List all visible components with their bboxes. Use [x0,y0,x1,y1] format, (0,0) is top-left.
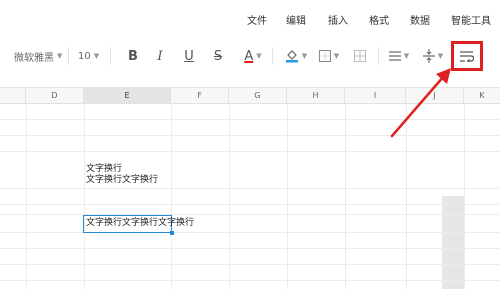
column-header-row: D E F G H I J K [0,87,500,104]
column-header-spacer [0,88,26,103]
column-header-e[interactable]: E [84,88,171,103]
menu-smart-tools[interactable]: 智能工具 [451,12,491,27]
font-color-icon: A [244,48,254,64]
row-line [0,119,500,120]
row-line [0,232,500,233]
column-header-g[interactable]: G [229,88,287,103]
row-line [0,214,500,215]
row-line [0,135,500,136]
borders-button[interactable]: ▼ [316,46,342,66]
column-line [26,104,27,289]
chevron-down-icon: ▼ [403,52,410,60]
column-line [345,104,346,289]
row-line [0,151,500,152]
column-line [229,104,230,289]
column-header-i[interactable]: I [345,88,406,103]
menu-insert[interactable]: 插入 [328,12,348,27]
menu-format[interactable]: 格式 [369,12,389,27]
chevron-down-icon: ▼ [256,52,262,60]
underline-button[interactable]: U [180,46,198,66]
menu-data[interactable]: 数据 [410,12,430,27]
font-color-button[interactable]: A ▼ [240,44,266,68]
borders-icon [318,50,331,62]
annotation-highlight-box [451,41,483,71]
fill-color-icon [285,50,298,63]
selection-band [442,196,464,289]
chevron-down-icon: ▼ [333,52,340,60]
horizontal-align-button[interactable]: ▼ [386,46,412,66]
toolbar-divider [378,47,379,65]
column-header-k[interactable]: K [464,88,500,103]
menu-file[interactable]: 文件 [247,12,267,27]
row-line [0,248,500,249]
vertical-align-button[interactable]: ▼ [420,45,446,67]
font-size-select[interactable]: 10 ▼ [78,48,99,64]
toolbar-divider [68,47,69,65]
row-line [0,188,500,189]
column-line [406,104,407,289]
row-line [0,264,500,265]
active-cell-text: 文字换行文字换行文字换行 [86,218,195,228]
cell-e-text-line2: 文字换行文字换行 [86,175,159,185]
merge-cells-icon [354,50,366,62]
horizontal-align-icon [388,51,401,61]
menu-bar: 文件 编辑 插入 格式 数据 智能工具 [0,0,500,34]
row-line [0,280,500,281]
column-header-f[interactable]: F [171,88,229,103]
toolbar-divider [272,47,273,65]
column-line [84,104,85,289]
chevron-down-icon: ▼ [437,52,444,60]
chevron-down-icon: ▼ [57,52,63,60]
bold-button[interactable]: B [124,46,142,66]
toolbar-divider [110,47,111,65]
merge-cells-button[interactable] [352,46,368,66]
strikethrough-button[interactable]: S [209,46,227,66]
spreadsheet-grid[interactable]: 文字换行 文字换行文字换行 文字换行文字换行文字换行 [0,104,500,289]
vertical-align-icon [422,49,435,63]
toolbar: 微软雅黑 ▼ 10 ▼ B I U S A ▼ ▼ ▼ ▼ ▼ [0,34,500,80]
column-header-h[interactable]: H [287,88,345,103]
fill-handle[interactable] [170,231,174,235]
column-header-j[interactable]: J [406,88,464,103]
column-line [171,104,172,289]
column-line [464,104,465,289]
chevron-down-icon: ▼ [301,52,308,60]
column-header-d[interactable]: D [26,88,84,103]
cell-e-text-line1: 文字换行 [86,164,123,174]
chevron-down-icon: ▼ [93,52,100,60]
fill-color-button[interactable]: ▼ [282,46,310,66]
font-size-value: 10 [78,50,91,62]
menu-edit[interactable]: 编辑 [286,12,306,27]
font-family-value: 微软雅黑 [14,52,54,64]
row-line [0,204,500,205]
font-family-select[interactable]: 微软雅黑 ▼ [14,48,62,64]
italic-button[interactable]: I [151,46,169,66]
column-line [287,104,288,289]
